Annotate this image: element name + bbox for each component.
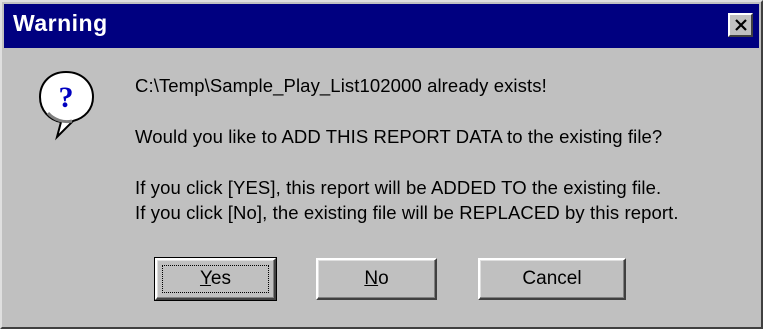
question-icon: ?	[38, 70, 95, 141]
yes-button[interactable]: Yes	[154, 257, 277, 301]
no-label: No	[364, 268, 388, 290]
title-bar[interactable]: Warning	[4, 4, 759, 48]
message-no-explanation: If you click [No], the existing file wil…	[135, 202, 679, 223]
no-label-rest: o	[378, 268, 389, 289]
message-question: Would you like to ADD THIS REPORT DATA t…	[135, 126, 663, 147]
message-path-exists: C:\Temp\Sample_Play_List102000 already e…	[135, 75, 547, 96]
warning-dialog: Warning ? C:\Temp\Sample_Play_List102000…	[0, 0, 763, 329]
window-title: Warning	[13, 10, 108, 36]
question-glyph: ?	[59, 81, 74, 114]
focus-rectangle	[162, 265, 269, 293]
no-mnemonic: N	[364, 268, 379, 289]
cancel-button[interactable]: Cancel	[478, 258, 626, 300]
close-icon	[734, 19, 747, 31]
close-button[interactable]	[728, 13, 753, 37]
message-yes-explanation: If you click [YES], this report will be …	[135, 177, 662, 198]
no-button[interactable]: No	[316, 258, 437, 300]
cancel-label: Cancel	[522, 268, 582, 289]
